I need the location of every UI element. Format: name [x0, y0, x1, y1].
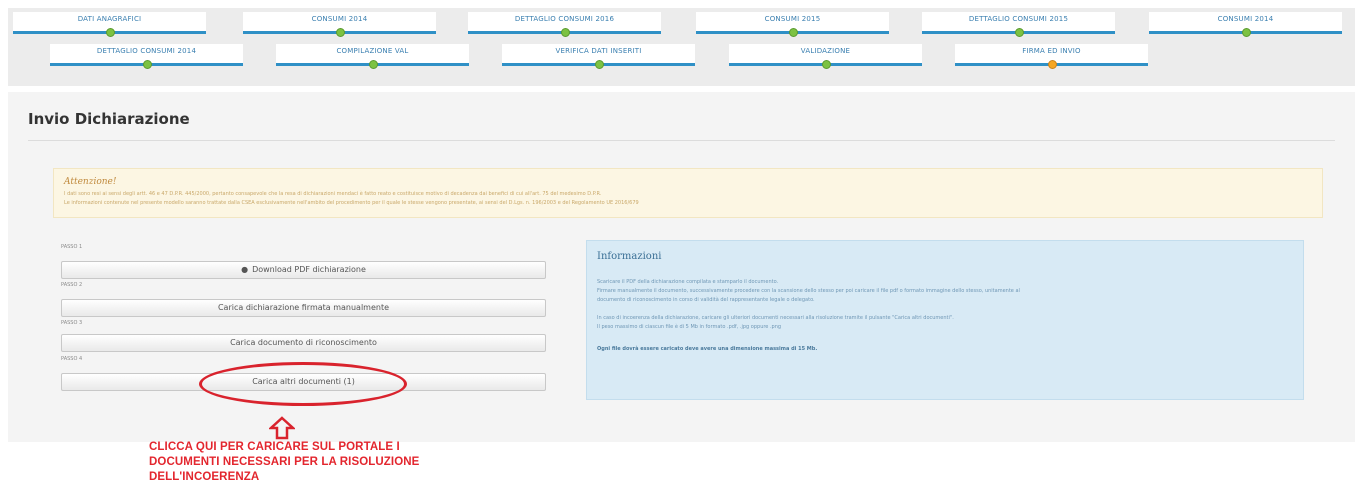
annotation-line: CLICCA QUI PER CARICARE SUL PORTALE I — [149, 441, 400, 453]
wizard-step-label: DETTAGLIO CONSUMI 2015 — [968, 15, 1069, 23]
check-icon — [105, 28, 115, 37]
annotation-line: DOCUMENTI NECESSARI PER LA RISOLUZIONE — [149, 456, 420, 468]
page: DATI ANAGRAFICI CONSUMI 2014 DETTAGLIO C… — [0, 0, 1363, 493]
button-label: Download PDF dichiarazione — [252, 265, 366, 274]
divider — [28, 140, 1335, 141]
wizard-step-label: DETTAGLIO CONSUMI 2014 — [96, 47, 197, 55]
check-icon — [560, 28, 570, 37]
wizard-step-label: DATI ANAGRAFICI — [77, 15, 142, 23]
warning-alert: Attenzione! I dati sono resi ai sensi de… — [53, 168, 1323, 218]
check-icon — [788, 28, 798, 37]
info-title: Informazioni — [597, 251, 662, 262]
wizard-step-label: CONSUMI 2014 — [1217, 15, 1274, 23]
wizard-step-dettaglio-consumi[interactable]: DETTAGLIO CONSUMI 2014 — [50, 44, 243, 69]
wizard-step-label: CONSUMI 2014 — [311, 15, 368, 23]
wizard-step-label: FIRMA ED INVIO — [1022, 47, 1081, 55]
wizard-step-label: DETTAGLIO CONSUMI 2016 — [514, 15, 615, 23]
info-text: Scaricare il PDF della dichiarazione com… — [597, 279, 779, 285]
step-label: PASSO 3 — [61, 320, 83, 326]
wizard-step-validazione[interactable]: VALIDAZIONE — [729, 44, 922, 69]
step-label: PASSO 4 — [61, 356, 83, 362]
annotation-line: DELL'INCOERENZA — [149, 471, 260, 483]
check-icon — [594, 60, 604, 69]
check-icon — [142, 60, 152, 69]
check-icon — [335, 28, 345, 37]
info-note: Ogni file dovrà essere caricato deve ave… — [597, 346, 818, 352]
info-text: In caso di incoerenza della dichiarazion… — [597, 315, 954, 321]
wizard-step-firma-ed-invio[interactable]: FIRMA ED INVIO — [955, 44, 1148, 69]
alert-title: Attenzione! — [64, 177, 117, 187]
highlight-ellipse — [199, 362, 407, 406]
info-text: Il peso massimo di ciascun file è di 5 M… — [597, 324, 782, 330]
annotation-text: CLICCA QUI PER CARICARE SUL PORTALE I DO… — [149, 440, 419, 485]
button-label: Carica documento di riconoscimento — [230, 338, 377, 347]
wizard-step-compilazione-val[interactable]: COMPILAZIONE VAL — [276, 44, 469, 69]
check-icon — [1014, 28, 1024, 37]
wizard-step-dettaglio-consumi[interactable]: DETTAGLIO CONSUMI 2016 — [468, 12, 661, 37]
info-text: documento di riconoscimento in corso di … — [597, 297, 815, 303]
info-panel: Informazioni Scaricare il PDF della dich… — [586, 240, 1304, 400]
alert-text: I dati sono resi ai sensi degli artt. 46… — [64, 191, 602, 197]
wizard-step-verifica-dati[interactable]: VERIFICA DATI INSERITI — [502, 44, 695, 69]
wizard-step-dati-anagrafici[interactable]: DATI ANAGRAFICI — [13, 12, 206, 37]
info-text: Firmare manualmente il documento, succes… — [597, 288, 1020, 294]
wizard-step-label: VALIDAZIONE — [800, 47, 851, 55]
upload-signed-declaration-button[interactable]: Carica dichiarazione firmata manualmente — [61, 299, 546, 317]
wizard-step-label: VERIFICA DATI INSERITI — [555, 47, 642, 55]
step-label: PASSO 1 — [61, 244, 83, 250]
step-label: PASSO 2 — [61, 282, 83, 288]
wizard-step-consumi[interactable]: CONSUMI 2015 — [696, 12, 889, 37]
wizard-steps: DATI ANAGRAFICI CONSUMI 2014 DETTAGLIO C… — [8, 8, 1355, 86]
page-title: Invio Dichiarazione — [28, 110, 190, 128]
check-icon — [1241, 28, 1251, 37]
check-icon — [821, 60, 831, 69]
button-label: Carica dichiarazione firmata manualmente — [217, 303, 390, 312]
wizard-step-label: CONSUMI 2015 — [764, 15, 821, 23]
wizard-step-dettaglio-consumi[interactable]: DETTAGLIO CONSUMI 2015 — [922, 12, 1115, 37]
wizard-step-consumi[interactable]: CONSUMI 2014 — [1149, 12, 1342, 37]
wizard-step-consumi[interactable]: CONSUMI 2014 — [243, 12, 436, 37]
arrow-up-icon — [269, 416, 295, 440]
current-step-icon — [1047, 60, 1057, 69]
upload-id-document-button[interactable]: Carica documento di riconoscimento — [61, 334, 546, 352]
wizard-step-label: COMPILAZIONE VAL — [336, 47, 409, 55]
download-pdf-button[interactable]: ● Download PDF dichiarazione — [61, 261, 546, 279]
check-icon — [368, 60, 378, 69]
download-icon: ● — [241, 265, 249, 274]
alert-text: Le informazioni contenute nel presente m… — [64, 200, 639, 206]
